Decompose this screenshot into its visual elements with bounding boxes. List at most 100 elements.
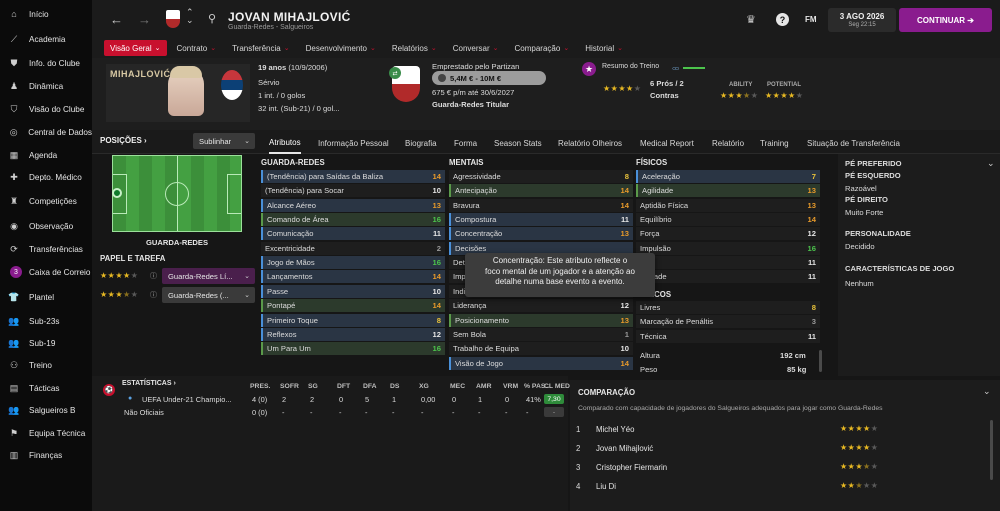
role-dropdown[interactable]: Guarda-Redes (... ⌄ [162,287,255,303]
help-icon[interactable]: ? [776,13,789,26]
sidebar-item-9[interactable]: ◉ Observação [0,216,92,236]
sub-tab-7[interactable]: Relatório [712,132,744,154]
attribute-row[interactable]: Agressividade 8 [449,170,633,183]
attribute-row[interactable]: Antecipação 14 [449,184,633,198]
sidebar-item-2[interactable]: ⛊ Info. do Clube [0,53,92,73]
attribute-row[interactable]: Livres 8 [636,301,820,314]
attribute-row[interactable]: (Tendência) para Saídas da Baliza 14 [261,170,445,183]
chevron-down-icon[interactable]: ⌄ [987,158,995,169]
attribute-row[interactable]: Compostura 11 [449,213,633,227]
chevron-down-icon[interactable]: ⌄ [983,386,991,397]
attribute-row[interactable]: Lançamentos 14 [261,270,445,284]
attribute-row[interactable]: Impulsão 16 [636,241,820,255]
date-box[interactable]: 3 AGO 2026 Seg 22:15 [828,8,896,32]
attribute-row[interactable]: Bravura 14 [449,198,633,212]
attribute-row[interactable]: Marcação de Penáltis 3 [636,315,820,329]
nav-tab-7[interactable]: Historial ⌄ [579,40,629,56]
nav-tab-3[interactable]: Desenvolvimento ⌄ [300,40,382,56]
nav-tab-2[interactable]: Transferência ⌄ [226,40,296,56]
comparison-row[interactable]: 3 Cristopher Fiermarin ★★★★★ [576,458,992,476]
sidebar-item-14[interactable]: 👥 Sub-19 [0,333,92,353]
attribute-row[interactable]: Força 12 [636,227,820,241]
attribute-row[interactable]: Aceleração 7 [636,170,820,183]
competition-name[interactable]: Não Oficiais [124,408,164,417]
stat-column-header[interactable]: VRM [503,383,518,390]
attribute-row[interactable]: Visão de Jogo 14 [449,356,633,370]
positions-title[interactable]: POSIÇÕES › [100,136,147,145]
sidebar-item-0[interactable]: ⌂ Início [0,4,92,24]
stat-column-header[interactable]: SOFR [280,383,299,390]
value-pill[interactable]: 5,4M € - 10M € [432,71,546,85]
sidebar-item-11[interactable]: ✉Caixa de Correio3 [0,262,92,282]
attribute-row[interactable]: Concentração 13 [449,227,633,241]
info-icon[interactable]: ⓘ [150,271,157,281]
stat-column-header[interactable]: DS [390,383,399,390]
sidebar-item-1[interactable]: ⟋ Academia [0,29,92,49]
attribute-row[interactable]: ocidade11 [636,270,820,284]
attribute-row[interactable]: Passe 10 [261,284,445,298]
attribute-row[interactable]: Pontapé 14 [261,299,445,313]
info-icon[interactable]: ⓘ [150,290,157,300]
attribute-row[interactable]: Comunicação 11 [261,227,445,241]
sidebar-item-12[interactable]: 👕 Plantel [0,287,92,307]
attribute-row[interactable]: Comando de Área 16 [261,213,445,227]
attribute-row[interactable]: Primeiro Toque 8 [261,313,445,327]
sidebar-item-19[interactable]: ▥ Finanças [0,445,92,465]
fm-logo-icon[interactable]: ♛ [746,13,756,26]
sub-tab-8[interactable]: Training [760,132,789,154]
attribute-row[interactable]: Sem Bola 1 [449,327,633,341]
attribute-row[interactable]: Equilíbrio 14 [636,213,820,227]
sidebar-item-5[interactable]: ◎ Central de Dados [0,122,92,142]
sidebar-item-10[interactable]: ⟳ Transferências [0,239,92,259]
sidebar-item-16[interactable]: ▤ Tácticas [0,378,92,398]
attributes-scrollbar[interactable] [819,350,822,372]
continue-button[interactable]: CONTINUAR ➔ [899,8,992,32]
nav-tab-0[interactable]: Visão Geral ⌄ [104,40,167,56]
sub-tab-1[interactable]: Informação Pessoal [318,132,389,154]
fm-menu-button[interactable]: FM [805,15,817,24]
stat-column-header[interactable]: CL MED [544,383,570,390]
attribute-row[interactable]: Trabalho de Equipa 10 [449,342,633,356]
sub-tab-9[interactable]: Situação de Transferência [807,132,900,154]
attribute-row[interactable]: Um Para Um 16 [261,342,445,356]
nav-tab-5[interactable]: Conversar ⌄ [447,40,505,56]
sidebar-item-3[interactable]: ♟ Dinâmica [0,76,92,96]
nav-tab-6[interactable]: Comparação ⌄ [509,40,576,56]
attribute-row[interactable]: Liderança 12 [449,299,633,313]
sub-tab-6[interactable]: Medical Report [640,132,694,154]
stat-column-header[interactable]: DFT [337,383,350,390]
nav-tab-1[interactable]: Contrato ⌄ [171,40,223,56]
attribute-row[interactable]: Excentricidade 2 [261,241,445,255]
attribute-row[interactable]: Posicionamento 13 [449,313,633,327]
sidebar-item-8[interactable]: ♜ Competições [0,191,92,211]
attribute-row[interactable]: 11 [636,256,820,270]
comparison-row[interactable]: 1 Michel Yéo ★★★★★ [576,420,992,438]
sub-tab-3[interactable]: Forma [454,132,477,154]
sidebar-item-7[interactable]: ✚ Depto. Médico [0,167,92,187]
attribute-row[interactable]: Jogo de Mãos 16 [261,256,445,270]
attribute-row[interactable]: (Tendência) para Socar 10 [261,184,445,198]
sub-tab-2[interactable]: Biografia [405,132,437,154]
sub-tab-5[interactable]: Relatório Olheiros [558,132,622,154]
sidebar-item-4[interactable]: ⛉ Visão do Clube [0,99,92,119]
comparison-scrollbar[interactable] [990,420,993,480]
attribute-row[interactable]: Aptidão Física 13 [636,198,820,212]
sub-tab-4[interactable]: Season Stats [494,132,542,154]
sidebar-item-17[interactable]: 👥 Salgueiros B [0,400,92,420]
statistics-title[interactable]: ESTATÍSTICAS › [122,380,176,387]
chevron-updown-icon[interactable]: ⌃ ⌄ [186,8,194,25]
forward-arrow-icon[interactable]: → [138,12,151,27]
attribute-row[interactable]: Alcance Aéreo 13 [261,198,445,212]
highlight-dropdown[interactable]: Sublinhar ⌄ [193,133,255,149]
sidebar-item-15[interactable]: ⚇ Treino [0,355,92,375]
competition-name[interactable]: UEFA Under-21 Champio... [142,395,232,404]
nav-tab-4[interactable]: Relatórios ⌄ [386,40,443,56]
search-icon[interactable]: ⚲ [208,12,216,25]
attribute-row[interactable]: Técnica 11 [636,329,820,343]
sidebar-item-6[interactable]: ▦ Agenda [0,145,92,165]
stat-column-header[interactable]: SG [308,383,318,390]
attribute-row[interactable]: Reflexos 12 [261,327,445,341]
stat-column-header[interactable]: XG [419,383,429,390]
club-crest-icon[interactable] [166,10,180,28]
attribute-row[interactable]: Agilidade 13 [636,184,820,198]
